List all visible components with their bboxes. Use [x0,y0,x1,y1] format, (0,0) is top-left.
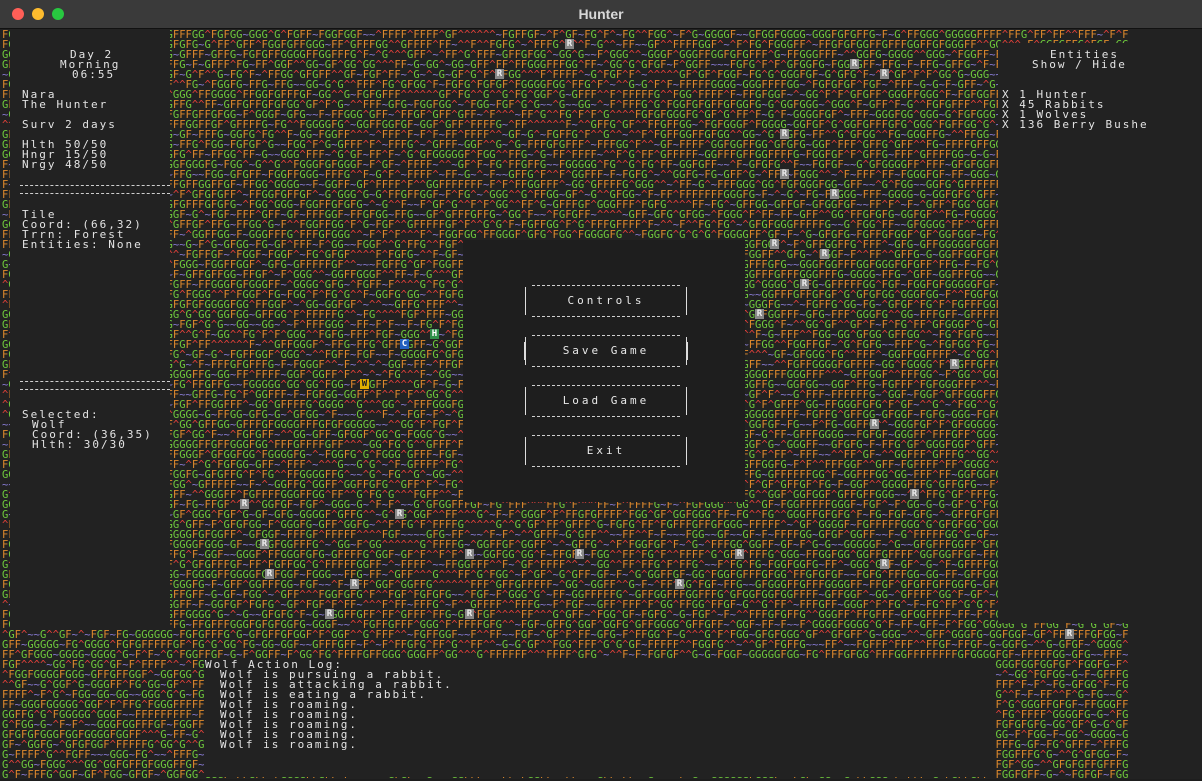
window-title: Hunter [578,6,624,22]
rabbit-marker[interactable]: R [880,559,889,569]
divider [20,185,170,186]
clock-label: 06:55 [72,68,116,81]
tile-entities: Entities: None [22,238,143,251]
rabbit-marker[interactable]: R [870,419,879,429]
log-line: Wolf is roaming. [220,738,358,751]
rabbit-marker[interactable]: R [770,239,779,249]
rabbit-marker[interactable]: R [495,69,504,79]
rabbit-marker[interactable]: R [265,569,274,579]
rabbit-marker[interactable]: R [395,509,404,519]
terminal-area: FGGFFG^FFG~FGFGFGFFGG^^GF^GFFFGG^FGFGG~G… [0,29,1202,780]
rabbit-marker[interactable]: R [850,59,859,69]
rabbit-marker[interactable]: R [780,129,789,139]
rabbit-marker[interactable]: R [950,359,959,369]
survived-days: Surv 2 days [22,118,117,131]
rabbit-marker[interactable]: R [260,539,269,549]
save-game-button[interactable]: Save Game [525,335,687,367]
entities-toggle[interactable]: Show / Hide [1032,59,1127,70]
rabbit-marker[interactable]: R [465,549,474,559]
divider [20,389,170,390]
rabbit-marker[interactable]: R [1065,629,1074,639]
rabbit-marker[interactable]: R [780,169,789,179]
rabbit-marker[interactable]: R [240,499,249,509]
hunter-role: The Hunter [22,98,109,111]
rabbit-marker[interactable]: R [350,579,359,589]
rabbit-marker[interactable]: R [910,489,919,499]
rabbit-marker[interactable]: R [800,279,809,289]
entity-filter-label: 136 Berry Bushe [1019,118,1149,131]
rabbit-marker[interactable]: R [675,579,684,589]
entity-toggle-mark[interactable]: X [1002,118,1019,131]
rabbit-marker[interactable]: R [880,69,889,79]
divider [20,381,170,382]
window-titlebar: Hunter [0,0,1202,29]
rabbit-marker[interactable]: R [565,39,574,49]
wolf-marker[interactable]: W [360,379,369,389]
exit-button[interactable]: Exit [525,435,687,467]
hunter-marker[interactable]: H [430,329,439,339]
rabbit-marker[interactable]: R [575,549,584,559]
cursor-marker[interactable]: C [400,339,409,349]
pause-menu: Controls Save Game Load Game Exit [463,240,745,502]
rabbit-marker[interactable]: R [755,309,764,319]
controls-button[interactable]: Controls [525,285,687,317]
rabbit-marker[interactable]: R [820,249,829,259]
entity-filter-row[interactable]: X 136 Berry Bushe [1002,118,1149,131]
energy-stat: Nrgy 48/50 [22,158,109,171]
selected-health: Hlth: 30/30 [32,438,127,451]
load-game-button[interactable]: Load Game [525,385,687,417]
action-log: Wolf Action Log: Wolf is pursuing a rabb… [205,659,995,777]
rabbit-marker[interactable]: R [465,609,474,619]
rabbit-marker[interactable]: R [830,189,839,199]
rabbit-marker[interactable]: R [325,609,334,619]
divider [20,193,170,194]
rabbit-marker[interactable]: R [735,549,744,559]
